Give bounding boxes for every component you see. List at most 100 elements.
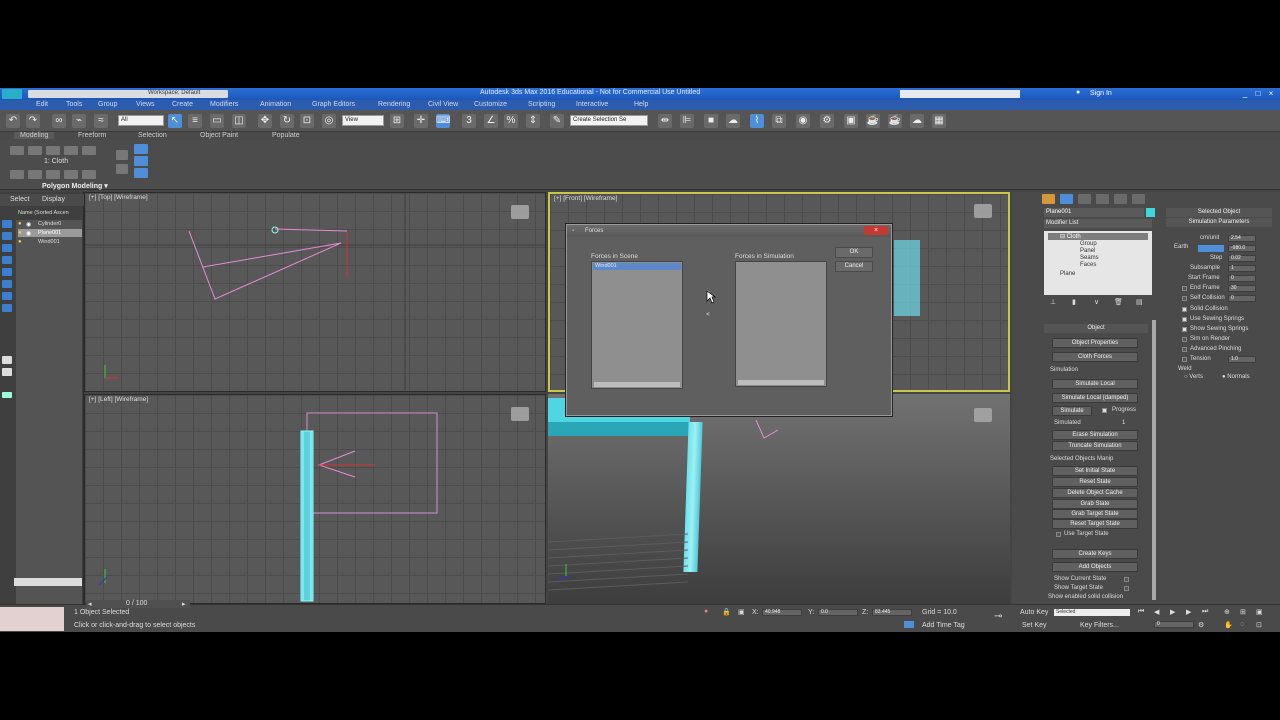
ribbon-tool-c-icon[interactable] xyxy=(46,170,60,179)
add-objects-button[interactable]: Add Objects xyxy=(1052,562,1138,572)
column-header-name[interactable]: Name (Sorted Ascen xyxy=(18,210,69,216)
render-production-icon[interactable]: ☕ xyxy=(866,114,880,128)
show-end-icon[interactable]: ▮ xyxy=(1072,298,1076,306)
stack-item-panel[interactable]: Panel xyxy=(1080,248,1095,254)
ribbon-group-label[interactable]: Polygon Modeling ▾ xyxy=(42,182,108,190)
simulate-local-button[interactable]: Simulate Local xyxy=(1052,379,1138,389)
zoom-all-icon[interactable]: ⊞ xyxy=(1240,608,1246,616)
subsample-spinner[interactable]: 1 xyxy=(1228,265,1256,272)
earth-button[interactable] xyxy=(1198,245,1224,252)
prev-frame-icon[interactable]: ◀ xyxy=(1154,608,1159,616)
ribbon-tab-populate[interactable]: Populate xyxy=(272,132,300,139)
forces-in-simulation-list[interactable] xyxy=(735,261,827,387)
scale-icon[interactable]: ⊡ xyxy=(300,114,314,128)
ribbon-edge-icon[interactable] xyxy=(28,146,42,155)
solid-collision-checkbox[interactable] xyxy=(1182,307,1187,312)
pin-stack-icon[interactable]: ⊥ xyxy=(1050,298,1056,306)
forces-in-scene-list[interactable]: Wind001 xyxy=(591,261,683,389)
filter-icon[interactable] xyxy=(2,368,12,376)
menu-create[interactable]: Create xyxy=(172,101,193,108)
current-frame-field[interactable]: 0 xyxy=(1154,621,1194,628)
filter-icon[interactable] xyxy=(2,280,12,288)
ribbon-blue-3-icon[interactable] xyxy=(134,168,148,178)
ribbon-tab-selection[interactable]: Selection xyxy=(138,132,167,139)
selection-filter-dropdown[interactable]: All xyxy=(118,115,164,126)
material-editor-icon[interactable]: ◉ xyxy=(796,114,810,128)
viewport-label[interactable]: [+] [Front] [Wireframe] xyxy=(554,195,617,202)
ribbon-tool-e-icon[interactable] xyxy=(82,170,96,179)
list-scrollbar[interactable] xyxy=(738,380,824,385)
simulate-local-damped-button[interactable]: Simulate Local (damped) xyxy=(1052,393,1138,403)
auto-key-button[interactable]: Auto Key xyxy=(1020,609,1048,616)
quick-access-toolbar[interactable]: Workspace: Default xyxy=(28,90,228,98)
viewcube-icon[interactable] xyxy=(974,204,992,218)
menu-customize[interactable]: Customize xyxy=(474,101,507,108)
app-logo-icon[interactable] xyxy=(2,89,22,99)
add-time-tag[interactable]: Add Time Tag xyxy=(922,622,965,629)
named-selection-dropdown[interactable]: Create Selection Se xyxy=(570,115,648,126)
self-collision-checkbox[interactable] xyxy=(1182,296,1187,301)
object-color-swatch[interactable] xyxy=(1146,208,1155,217)
reference-coord-dropdown[interactable]: View xyxy=(342,115,384,126)
modifier-stack[interactable]: ⊟ Cloth Group Panel Seams Faces Plane xyxy=(1044,231,1152,295)
viewport-left[interactable]: [+] [Left] [Wireframe] xyxy=(84,394,546,604)
set-key-button[interactable]: Set Key xyxy=(1022,622,1047,629)
zoom-extents-icon[interactable]: ▣ xyxy=(1256,608,1263,616)
use-target-state-checkbox[interactable] xyxy=(1056,532,1061,537)
delete-object-cache-button[interactable]: Delete Object Cache xyxy=(1052,488,1138,498)
isolate-icon[interactable]: ● xyxy=(704,608,708,615)
ribbon-vertex-icon[interactable] xyxy=(10,146,24,155)
a360-gallery-icon[interactable]: ▦ xyxy=(932,114,946,128)
menu-interactive[interactable]: Interactive xyxy=(576,101,608,108)
key-filters-button[interactable]: Key Filters... xyxy=(1080,622,1119,629)
create-tab-icon[interactable] xyxy=(1042,194,1055,204)
grab-state-button[interactable]: Grab State xyxy=(1052,499,1138,509)
menu-rendering[interactable]: Rendering xyxy=(378,101,410,108)
list-item[interactable]: ● Wind001 xyxy=(18,238,82,246)
maxscript-listener[interactable] xyxy=(0,607,64,631)
show-target-state-checkbox[interactable] xyxy=(1124,586,1129,591)
time-config-icon[interactable]: ⚙ xyxy=(1198,621,1204,629)
simulation-parameters-header[interactable]: Simulation Parameters xyxy=(1166,218,1272,227)
lock-icon[interactable]: 🔒 xyxy=(722,608,731,616)
ribbon-stack-up-icon[interactable] xyxy=(116,150,128,160)
modify-tab-icon[interactable] xyxy=(1060,194,1073,204)
snaps-toggle-icon[interactable]: 3 xyxy=(462,114,476,128)
remove-modifier-icon[interactable]: 🗑 xyxy=(1114,298,1123,306)
search-input[interactable] xyxy=(900,90,1020,98)
simulate-button[interactable]: Simulate xyxy=(1052,406,1092,416)
display-tab-icon[interactable] xyxy=(1114,194,1127,204)
reset-state-button[interactable]: Reset State xyxy=(1052,477,1138,487)
end-frame-checkbox[interactable] xyxy=(1182,286,1187,291)
next-frame-icon[interactable]: ▶ xyxy=(1186,608,1191,616)
stack-item-cloth[interactable]: ⊟ Cloth xyxy=(1048,233,1148,240)
zoom-icon[interactable]: ⊕ xyxy=(1224,608,1230,616)
toggle-layer-icon[interactable]: ■ xyxy=(704,114,718,128)
ok-button[interactable]: OK xyxy=(835,247,873,258)
timeline-next-icon[interactable]: ▸ xyxy=(182,600,186,608)
menu-edit[interactable]: Edit xyxy=(36,101,48,108)
menu-group[interactable]: Group xyxy=(98,101,117,108)
menu-modifiers[interactable]: Modifiers xyxy=(210,101,238,108)
ribbon-blue-1-icon[interactable] xyxy=(134,144,148,154)
play-icon[interactable]: ▶ xyxy=(1170,608,1175,616)
tab-display[interactable]: Display xyxy=(42,196,65,203)
curve-editor-icon[interactable]: ⌇ xyxy=(750,114,764,128)
window-crossing-icon[interactable]: ◫ xyxy=(232,114,246,128)
rendered-frame-icon[interactable]: ▣ xyxy=(844,114,858,128)
grab-target-state-button[interactable]: Grab Target State xyxy=(1052,509,1138,519)
dialog-close-button[interactable]: × xyxy=(864,226,888,235)
menu-tools[interactable]: Tools xyxy=(66,101,82,108)
command-panel-scrollbar[interactable] xyxy=(1152,320,1156,600)
spinner-snap-icon[interactable]: ⇕ xyxy=(526,114,540,128)
show-sewing-checkbox[interactable] xyxy=(1182,327,1187,332)
filter-icon[interactable] xyxy=(2,244,12,252)
tab-select[interactable]: Select xyxy=(10,196,29,203)
start-frame-spinner[interactable]: 0 xyxy=(1228,275,1256,282)
x-coordinate-field[interactable]: 40.948 xyxy=(762,609,802,616)
scene-explorer-footer[interactable] xyxy=(14,578,82,586)
reset-target-state-button[interactable]: Reset Target State xyxy=(1052,519,1138,529)
ribbon-polygon-icon[interactable] xyxy=(64,146,78,155)
pan-icon[interactable]: ✋ xyxy=(1224,621,1233,629)
filter-icon[interactable] xyxy=(2,392,12,398)
